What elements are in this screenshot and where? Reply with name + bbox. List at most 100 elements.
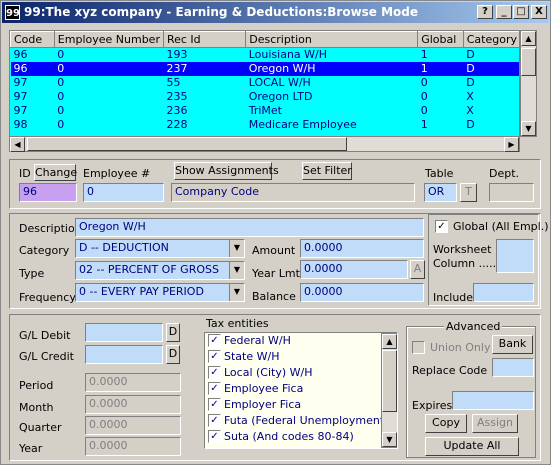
cell-employee-number: 0 bbox=[57, 104, 65, 117]
list-item[interactable]: ✓ Employer Fica bbox=[205, 397, 397, 413]
cell-global: 1 bbox=[420, 48, 428, 62]
set-filter-button[interactable]: Set Filter bbox=[302, 162, 352, 180]
cell-code: 96 bbox=[13, 48, 28, 62]
tax-list-scrollbar[interactable]: ▲ ▼ bbox=[381, 333, 397, 448]
list-item[interactable]: ✓ Suta (And codes 80-84) bbox=[205, 429, 397, 445]
cell-code: 97 bbox=[13, 76, 28, 89]
vertical-scroll-thumb[interactable] bbox=[521, 48, 536, 76]
chevron-down-icon[interactable]: ▼ bbox=[229, 262, 244, 279]
grid-header-row: Code Employee Number Rec Id Description … bbox=[10, 31, 519, 48]
list-item[interactable]: ✓ Futa (Federal Unemployment) bbox=[205, 413, 397, 429]
year-field: 0.0000 bbox=[85, 437, 181, 456]
table-row-selected[interactable]: 96 0 237 Oregon W/H 1 D bbox=[10, 61, 519, 76]
scroll-up-icon[interactable]: ▲ bbox=[521, 31, 536, 46]
list-item[interactable]: ✓ Employee Fica bbox=[205, 381, 397, 397]
column-header-global[interactable]: Global bbox=[417, 31, 464, 48]
copy-button[interactable]: Copy bbox=[425, 414, 467, 433]
cell-employee-number: 0 bbox=[57, 118, 65, 131]
quarter-field: 0.0000 bbox=[85, 416, 181, 435]
show-assignments-button[interactable]: Show Assignments bbox=[174, 162, 279, 180]
grid-vertical-scrollbar[interactable]: ▲ ▼ bbox=[520, 30, 537, 137]
gl-debit-input[interactable] bbox=[85, 323, 163, 342]
grid-horizontal-scrollbar[interactable]: ◀ ▶ bbox=[9, 136, 520, 152]
tax-list-scroll-thumb[interactable] bbox=[382, 350, 397, 412]
check-icon[interactable]: ✓ bbox=[208, 366, 221, 379]
gl-credit-input[interactable] bbox=[85, 345, 163, 364]
year-limit-input[interactable]: 0.0000 bbox=[300, 260, 408, 279]
chevron-down-icon[interactable]: ▼ bbox=[229, 284, 244, 301]
gl-credit-lookup-button[interactable]: D bbox=[166, 345, 180, 364]
frequency-select[interactable]: 0 -- EVERY PAY PERIOD ▼ bbox=[75, 283, 245, 302]
month-label: Month bbox=[19, 401, 54, 414]
list-item[interactable]: ✓ Federal W/H bbox=[205, 333, 397, 349]
balance-label: Balance bbox=[252, 290, 296, 303]
scroll-down-icon[interactable]: ▼ bbox=[382, 432, 397, 447]
cell-rec-id: 228 bbox=[166, 118, 188, 131]
column-header-description[interactable]: Description bbox=[245, 31, 419, 48]
gl-debit-lookup-button[interactable]: D bbox=[166, 323, 180, 342]
title-bar[interactable]: 99 99:The xyz company - Earning & Deduct… bbox=[2, 2, 549, 23]
global-checkbox[interactable]: ✓ bbox=[435, 220, 448, 233]
table-row[interactable]: 97 0 55 LOCAL W/H 0 D bbox=[11, 76, 520, 90]
scroll-right-icon[interactable]: ▶ bbox=[504, 137, 519, 152]
replace-code-input[interactable] bbox=[492, 358, 534, 377]
check-icon[interactable]: ✓ bbox=[208, 414, 221, 427]
type-select[interactable]: 02 -- PERCENT OF GROSS ▼ bbox=[75, 261, 245, 280]
column-header-rec-id[interactable]: Rec Id bbox=[162, 31, 247, 48]
list-item[interactable]: ✓ State W/H bbox=[205, 349, 397, 365]
category-select[interactable]: D -- DEDUCTION ▼ bbox=[75, 239, 245, 258]
list-item[interactable]: ✓ Local (City) W/H bbox=[205, 365, 397, 381]
table-lookup-button[interactable]: T bbox=[460, 183, 477, 202]
scroll-up-icon[interactable]: ▲ bbox=[382, 334, 397, 349]
category-value: D -- DEDUCTION bbox=[79, 241, 169, 254]
worksheet-column-input[interactable] bbox=[496, 239, 534, 273]
change-button[interactable]: Change bbox=[34, 164, 77, 181]
replace-code-label: Replace Code bbox=[412, 364, 488, 377]
check-icon[interactable]: ✓ bbox=[208, 350, 221, 363]
records-grid[interactable]: Code Employee Number Rec Id Description … bbox=[9, 30, 520, 137]
minimize-button[interactable]: _ bbox=[496, 5, 512, 19]
table-row[interactable]: 96 0 193 Louisiana W/H 1 D bbox=[11, 48, 520, 62]
table-row[interactable]: 97 0 235 Oregon LTD 0 X bbox=[11, 90, 520, 104]
id-input[interactable]: 96 bbox=[19, 183, 77, 202]
check-icon[interactable]: ✓ bbox=[208, 430, 221, 443]
scroll-down-icon[interactable]: ▼ bbox=[521, 121, 536, 136]
window-title: 99:The xyz company - Earning & Deduction… bbox=[24, 5, 419, 19]
cell-code: 97 bbox=[13, 104, 28, 117]
employee-number-input[interactable]: 0 bbox=[83, 183, 164, 202]
horizontal-scroll-thumb[interactable] bbox=[27, 137, 347, 151]
expires-input[interactable] bbox=[452, 391, 534, 410]
column-header-code[interactable]: Code bbox=[10, 31, 55, 48]
union-only-checkbox[interactable] bbox=[412, 341, 425, 354]
amount-input[interactable]: 0.0000 bbox=[300, 239, 424, 258]
include-input[interactable] bbox=[473, 283, 534, 302]
column-header-category[interactable]: Category bbox=[462, 31, 519, 48]
table-input[interactable]: OR bbox=[424, 183, 457, 202]
table-row[interactable]: 98 0 228 Medicare Employee 1 D bbox=[11, 118, 520, 132]
cell-rec-id: 236 bbox=[166, 104, 188, 117]
update-all-button[interactable]: Update All bbox=[425, 437, 519, 456]
assign-button[interactable]: Assign bbox=[472, 414, 518, 433]
help-button[interactable]: ? bbox=[477, 5, 493, 19]
cell-category: D bbox=[466, 48, 475, 62]
close-button[interactable]: X bbox=[531, 5, 547, 19]
cell-global: 0 bbox=[420, 90, 428, 103]
table-row[interactable]: 97 0 236 TriMet 0 X bbox=[11, 104, 520, 118]
dept-input[interactable] bbox=[489, 183, 534, 202]
month-field: 0.0000 bbox=[85, 395, 181, 414]
column-header-employee-number[interactable]: Employee Number bbox=[53, 31, 164, 48]
check-icon[interactable]: ✓ bbox=[208, 382, 221, 395]
maximize-button[interactable]: □ bbox=[513, 5, 529, 19]
cell-employee-number: 0 bbox=[57, 90, 65, 103]
description-input[interactable]: Oregon W/H bbox=[75, 218, 424, 237]
check-icon[interactable]: ✓ bbox=[208, 398, 221, 411]
scroll-left-icon[interactable]: ◀ bbox=[10, 137, 25, 152]
tax-entities-list[interactable]: ✓ Federal W/H ✓ State W/H ✓ Local (City) W/… bbox=[204, 332, 398, 449]
check-icon[interactable]: ✓ bbox=[208, 334, 221, 347]
cell-category: D bbox=[463, 61, 519, 76]
chevron-down-icon[interactable]: ▼ bbox=[229, 240, 244, 257]
cell-employee-number: 0 bbox=[54, 61, 164, 76]
bank-button[interactable]: Bank bbox=[492, 335, 533, 354]
year-limit-a-button[interactable]: A bbox=[410, 260, 425, 279]
balance-input[interactable]: 0.0000 bbox=[300, 283, 424, 302]
